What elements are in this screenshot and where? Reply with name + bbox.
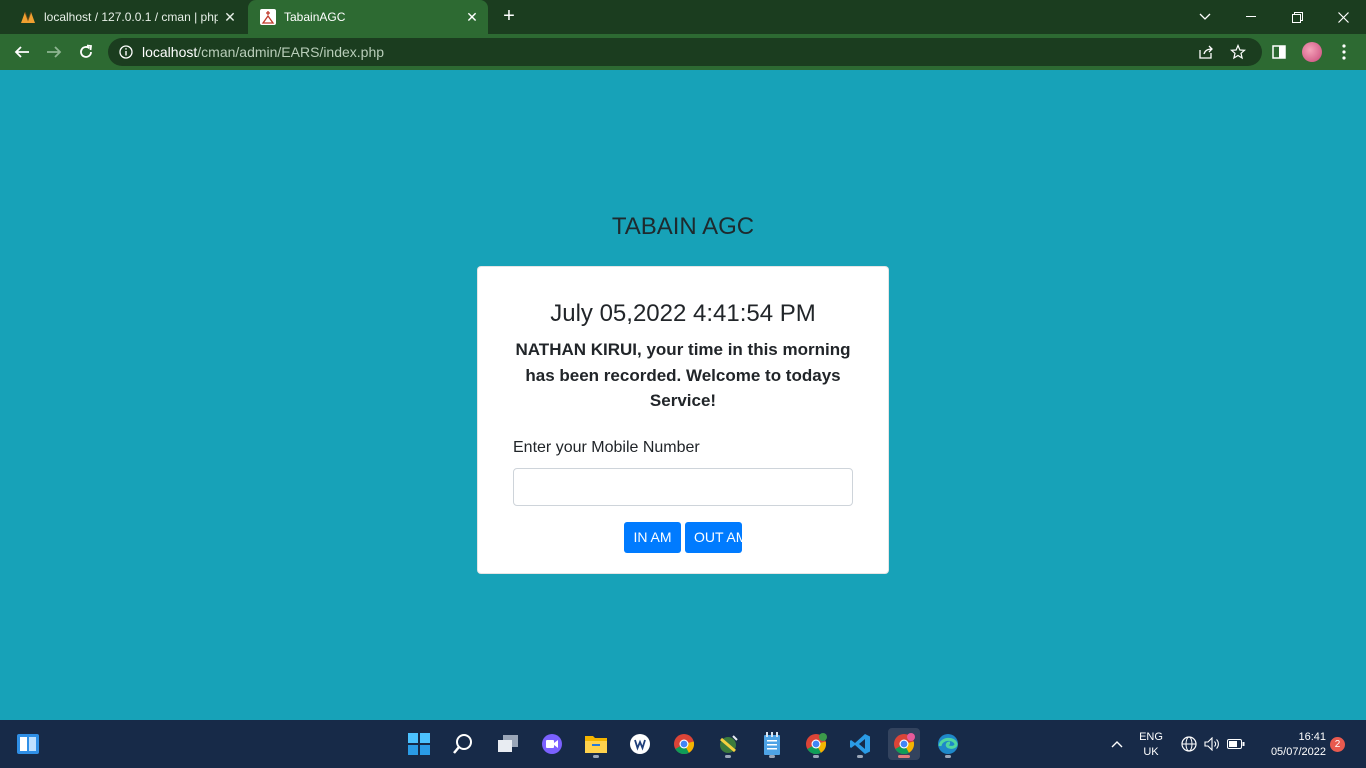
back-icon[interactable] bbox=[10, 40, 34, 64]
taskbar-date: 05/07/2022 bbox=[1270, 746, 1326, 758]
bookmark-star-icon[interactable] bbox=[1230, 44, 1246, 60]
browser-tab-bar: localhost / 127.0.0.1 / cman | php ✕ Tab… bbox=[0, 0, 1366, 34]
avatar bbox=[1302, 42, 1322, 62]
widgets-icon[interactable] bbox=[16, 732, 40, 756]
url-host: localhost bbox=[142, 44, 198, 60]
file-explorer-icon[interactable] bbox=[580, 728, 612, 760]
tab-title: TabainAGC bbox=[284, 10, 346, 24]
mobile-number-label: Enter your Mobile Number bbox=[513, 439, 700, 456]
browser-toolbar: localhost/cman/admin/EARS/index.php bbox=[0, 34, 1366, 70]
share-icon[interactable] bbox=[1198, 44, 1214, 60]
app-icon[interactable] bbox=[624, 728, 656, 760]
vscode-icon[interactable] bbox=[844, 728, 876, 760]
start-icon[interactable] bbox=[403, 728, 435, 760]
in-am-button[interactable]: IN AM bbox=[624, 522, 681, 553]
restore-icon[interactable] bbox=[1274, 0, 1320, 34]
profile-avatar[interactable] bbox=[1300, 40, 1324, 64]
tab-title: localhost / 127.0.0.1 / cman | php bbox=[44, 10, 218, 24]
phpmyadmin-icon bbox=[20, 9, 36, 25]
running-indicator bbox=[593, 755, 599, 758]
keyboard-layout: UK bbox=[1143, 746, 1159, 758]
running-indicator bbox=[769, 755, 775, 758]
mobile-number-input[interactable] bbox=[513, 468, 853, 506]
tab-close-icon[interactable]: ✕ bbox=[460, 9, 484, 26]
tab-tabainagc[interactable]: TabainAGC ✕ bbox=[248, 0, 488, 34]
live-clock: July 05,2022 4:41:54 PM bbox=[550, 300, 816, 327]
reload-icon[interactable] bbox=[74, 40, 98, 64]
running-indicator bbox=[945, 755, 951, 758]
language-code: ENG bbox=[1139, 731, 1163, 743]
task-view-icon[interactable] bbox=[492, 728, 524, 760]
church-icon bbox=[260, 9, 276, 25]
tab-search-icon[interactable] bbox=[1182, 0, 1228, 34]
chrome-icon[interactable] bbox=[888, 728, 920, 760]
tab-phpmyadmin[interactable]: localhost / 127.0.0.1 / cman | php ✕ bbox=[8, 0, 246, 34]
minimize-icon[interactable] bbox=[1228, 0, 1274, 34]
volume-icon[interactable] bbox=[1201, 720, 1223, 768]
menu-kebab-icon[interactable] bbox=[1332, 40, 1356, 64]
notification-badge[interactable]: 2 bbox=[1330, 737, 1345, 752]
status-message: NATHAN KIRUI, your time in this morning … bbox=[515, 340, 851, 410]
url-text: localhost/cman/admin/EARS/index.php bbox=[142, 44, 384, 60]
chrome-icon[interactable] bbox=[800, 728, 832, 760]
language-indicator[interactable]: ENG UK bbox=[1136, 730, 1166, 760]
chevron-up-icon[interactable] bbox=[1104, 720, 1130, 768]
attendance-card: July 05,2022 4:41:54 PM NATHAN KIRUI, yo… bbox=[477, 266, 889, 574]
url-path: /cman/admin/EARS/index.php bbox=[197, 44, 385, 60]
page-title: TABAIN AGC bbox=[611, 213, 755, 240]
close-window-icon[interactable] bbox=[1320, 0, 1366, 34]
site-info-icon[interactable] bbox=[118, 44, 134, 60]
address-bar[interactable]: localhost/cman/admin/EARS/index.php bbox=[108, 38, 1262, 66]
taskbar-time: 16:41 bbox=[1298, 731, 1326, 743]
notepad-icon[interactable] bbox=[756, 728, 788, 760]
edge-icon[interactable] bbox=[932, 728, 964, 760]
new-tab-button[interactable]: + bbox=[498, 5, 520, 27]
battery-icon[interactable] bbox=[1225, 720, 1247, 768]
side-panel-icon[interactable] bbox=[1267, 40, 1291, 64]
network-globe-icon[interactable] bbox=[1178, 720, 1200, 768]
forward-icon[interactable] bbox=[42, 40, 66, 64]
running-indicator bbox=[857, 755, 863, 758]
search-icon[interactable] bbox=[447, 728, 479, 760]
running-indicator bbox=[725, 755, 731, 758]
clock-area[interactable]: 16:41 05/07/2022 bbox=[1256, 730, 1326, 760]
out-am-button[interactable]: OUT AM bbox=[685, 522, 742, 553]
running-indicator bbox=[813, 755, 819, 758]
taskbar: ENG UK 16:41 05/07/2022 bbox=[0, 720, 1366, 768]
app-icon[interactable] bbox=[712, 728, 744, 760]
tab-close-icon[interactable]: ✕ bbox=[218, 9, 242, 26]
active-indicator bbox=[898, 755, 910, 758]
chrome-icon[interactable] bbox=[668, 728, 700, 760]
chat-icon[interactable] bbox=[536, 728, 568, 760]
